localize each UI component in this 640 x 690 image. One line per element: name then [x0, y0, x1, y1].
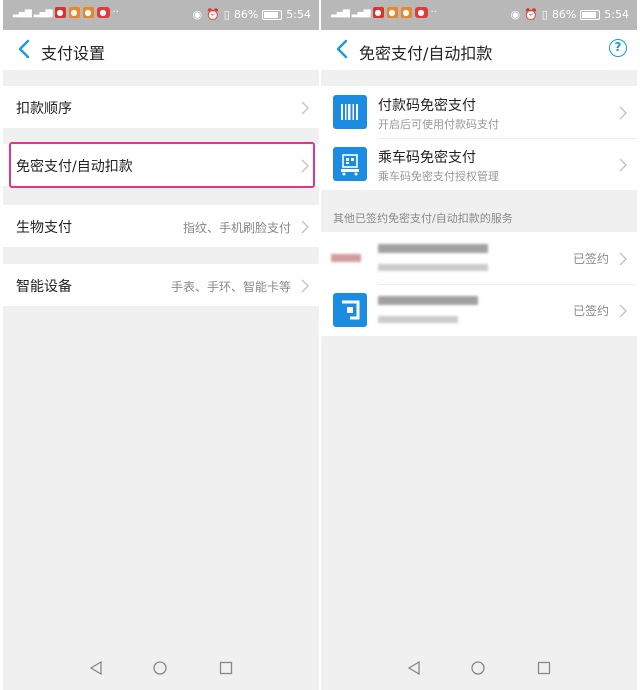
clock-time: 5:54 [286, 8, 311, 21]
status-left-icons: ▂▄▆ ▂▄▆ ● ● ● ● ·· [331, 7, 437, 18]
chevron-right-icon [619, 251, 627, 266]
nav-back-icon[interactable] [89, 660, 103, 679]
vibrate-icon: ▯ [223, 8, 230, 21]
back-arrow-icon[interactable] [15, 38, 35, 60]
eye-icon: ◉ [192, 8, 203, 21]
signal-icon-2: ▂▄▆ [351, 7, 371, 18]
help-icon[interactable]: ? [609, 39, 627, 57]
phone-screen-payment-settings: ▂▄▆ ▂▄▆ ● ● ● ● ·· ◉ ⏰ ▯ 86% 5:54 支付设置 扣… [3, 0, 319, 690]
row-label: 扣款顺序 [16, 101, 72, 117]
app-notification-icon-4: ● [96, 7, 110, 18]
barcode-icon [333, 95, 367, 129]
item-subtitle: 乘车码免密支付授权管理 [378, 170, 499, 183]
signal-icon-2: ▂▄▆ [33, 7, 53, 18]
header-bar: 免密支付/自动扣款 ? [321, 30, 637, 70]
service-desc-blurred [378, 316, 458, 323]
chevron-right-icon [619, 303, 627, 318]
signal-icon: ▂▄▆ [331, 7, 350, 18]
list-item-signed-service[interactable]: 已签约 [321, 284, 637, 336]
status-right-icons: ◉ ⏰ ▯ 86% 5:54 [510, 8, 629, 21]
battery-percent: 86% [551, 8, 577, 21]
service-logo-blurred [331, 254, 361, 262]
item-title: 付款码免密支付 [378, 98, 476, 114]
alarm-icon: ⏰ [524, 8, 538, 21]
nav-back-icon[interactable] [407, 660, 421, 679]
clock-time: 5:54 [604, 8, 629, 21]
nav-recent-apps-icon[interactable] [537, 660, 551, 679]
app-notification-icon-3: ● [82, 7, 94, 18]
nav-home-icon[interactable] [471, 660, 485, 679]
nav-bar [321, 646, 637, 690]
chevron-right-icon [619, 157, 627, 172]
signal-icon: ▂▄▆ [13, 7, 32, 18]
row-biometric-payment[interactable]: 生物支付 指纹、手机刷脸支付 [3, 205, 319, 247]
alarm-icon: ⏰ [206, 8, 220, 21]
signed-status: 已签约 [572, 304, 609, 318]
row-label: 智能设备 [16, 279, 72, 295]
status-right-icons: ◉ ⏰ ▯ 86% 5:54 [192, 8, 311, 21]
battery-icon [262, 9, 283, 20]
app-notification-icon-2: ● [68, 7, 80, 18]
app-notification-icon-2: ● [386, 7, 398, 18]
vibrate-icon: ▯ [541, 8, 548, 21]
chevron-right-icon [301, 100, 309, 115]
chevron-right-icon [619, 105, 627, 120]
app-notification-icon: ● [54, 7, 66, 18]
list-item-signed-service[interactable]: 已签约 [321, 232, 637, 284]
item-subtitle: 开启后可使用付款码支付 [378, 118, 499, 131]
more-notifications-icon: ·· [112, 7, 119, 18]
service-logo-icon [333, 293, 367, 327]
status-left-icons: ▂▄▆ ▂▄▆ ● ● ● ● ·· [13, 7, 119, 18]
page-title: 支付设置 [41, 44, 106, 63]
highlight-box [9, 142, 315, 188]
service-name-blurred [378, 296, 478, 305]
row-deduction-order[interactable]: 扣款顺序 [3, 86, 319, 128]
signed-services-group: 已签约 已签约 [321, 232, 637, 336]
list-item-payment-code[interactable]: 付款码免密支付 开启后可使用付款码支付 [321, 86, 637, 138]
row-label: 生物支付 [16, 220, 72, 236]
row-value: 手表、手环、智能卡等 [170, 280, 291, 294]
row-value: 指纹、手机刷脸支付 [182, 221, 291, 235]
nav-bar [3, 646, 319, 690]
app-notification-icon-3: ● [400, 7, 412, 18]
row-smart-devices[interactable]: 智能设备 手表、手环、智能卡等 [3, 264, 319, 306]
service-desc-blurred [378, 264, 488, 271]
battery-icon [580, 9, 601, 20]
page-title: 免密支付/自动扣款 [359, 44, 493, 63]
eye-icon: ◉ [510, 8, 521, 21]
payment-methods-group: 付款码免密支付 开启后可使用付款码支付 乘车码免密支付 乘车码免密支付授权管理 [321, 86, 637, 190]
app-notification-icon: ● [372, 7, 384, 18]
nav-recent-apps-icon[interactable] [219, 660, 233, 679]
status-bar: ▂▄▆ ▂▄▆ ● ● ● ● ·· ◉ ⏰ ▯ 86% 5:54 [3, 0, 319, 30]
nav-home-icon[interactable] [153, 660, 167, 679]
service-name-blurred [378, 244, 488, 253]
item-title: 乘车码免密支付 [378, 150, 476, 166]
chevron-right-icon [301, 278, 309, 293]
app-notification-icon-4: ● [414, 7, 428, 18]
section-label: 其他已签约免密支付/自动扣款的服务 [333, 212, 513, 225]
status-bar: ▂▄▆ ▂▄▆ ● ● ● ● ·· ◉ ⏰ ▯ 86% 5:54 [321, 0, 637, 30]
battery-percent: 86% [233, 8, 259, 21]
chevron-right-icon [301, 219, 309, 234]
list-item-bus-code[interactable]: 乘车码免密支付 乘车码免密支付授权管理 [321, 138, 637, 190]
header-bar: 支付设置 [3, 30, 319, 70]
bus-code-icon [333, 147, 367, 181]
phone-screen-password-free-payment: ▂▄▆ ▂▄▆ ● ● ● ● ·· ◉ ⏰ ▯ 86% 5:54 免密支付/自… [321, 0, 637, 690]
more-notifications-icon: ·· [430, 7, 437, 18]
back-arrow-icon[interactable] [333, 38, 353, 60]
signed-status: 已签约 [572, 252, 609, 266]
